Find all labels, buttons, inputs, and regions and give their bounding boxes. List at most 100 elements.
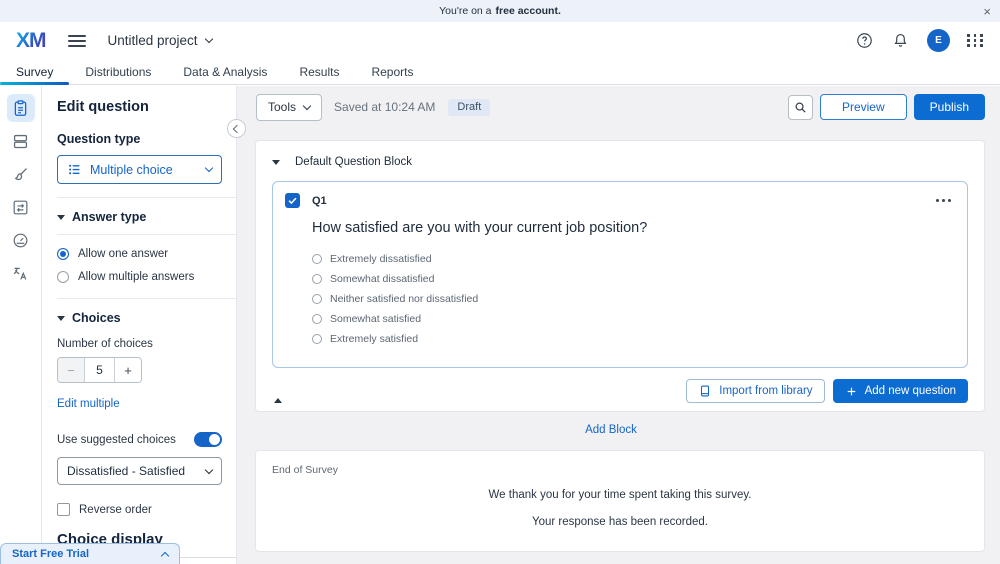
canvas-toolbar: Tools Saved at 10:24 AM Draft Preview Pu… bbox=[256, 92, 985, 122]
increment-button[interactable]: + bbox=[114, 358, 141, 382]
tab-survey[interactable]: Survey bbox=[0, 59, 69, 84]
question-menu-icon[interactable] bbox=[934, 195, 953, 206]
help-icon[interactable] bbox=[855, 31, 874, 50]
edit-multiple-link[interactable]: Edit multiple bbox=[57, 398, 222, 410]
divider bbox=[57, 234, 236, 235]
radio-unselected-icon bbox=[312, 314, 322, 324]
avatar[interactable]: E bbox=[927, 29, 950, 52]
notifications-bell-icon[interactable] bbox=[891, 31, 910, 50]
use-suggested-choices-row: Use suggested choices bbox=[57, 432, 222, 447]
collapse-triangle-icon bbox=[57, 215, 65, 220]
survey-builder-icon[interactable] bbox=[7, 94, 35, 122]
allow-one-answer-label: Allow one answer bbox=[78, 248, 168, 260]
question-header-row: Q1 bbox=[273, 182, 967, 208]
radio-unselected-icon[interactable] bbox=[57, 271, 69, 283]
draft-status-badge: Draft bbox=[448, 99, 490, 116]
survey-options-gauge-icon[interactable] bbox=[7, 226, 35, 254]
block-header[interactable]: Default Question Block bbox=[256, 141, 984, 178]
tab-distributions[interactable]: Distributions bbox=[69, 59, 167, 84]
choices-count-stepper: − 5 + bbox=[57, 357, 142, 383]
library-book-icon bbox=[698, 384, 712, 398]
xm-logo: XM bbox=[16, 29, 46, 53]
allow-multiple-answers-option[interactable]: Allow multiple answers bbox=[57, 271, 222, 283]
collapse-triangle-icon[interactable] bbox=[272, 160, 280, 165]
tab-results[interactable]: Results bbox=[283, 59, 355, 84]
decrement-button[interactable]: − bbox=[58, 358, 85, 382]
reverse-order-label: Reverse order bbox=[79, 504, 152, 516]
question-checkbox-checked[interactable] bbox=[285, 193, 300, 208]
blocks-icon[interactable] bbox=[7, 127, 35, 155]
tools-dropdown-button[interactable]: Tools bbox=[256, 94, 322, 121]
plus-icon bbox=[845, 385, 858, 398]
hamburger-menu-icon[interactable] bbox=[68, 32, 86, 50]
chevron-left-icon bbox=[232, 124, 240, 132]
qualtrics-survey-editor: You're on a free account. × XM Untitled … bbox=[0, 0, 1000, 564]
use-suggested-choices-toggle[interactable] bbox=[194, 432, 222, 447]
add-new-question-label: Add new question bbox=[865, 385, 956, 397]
primary-nav-tabs: Survey Distributions Data & Analysis Res… bbox=[0, 59, 1000, 85]
question-id: Q1 bbox=[312, 195, 327, 207]
choice-row[interactable]: Neither satisfied nor dissatisfied bbox=[312, 289, 967, 309]
question-card-q1[interactable]: Q1 How satisfied are you with your curre… bbox=[272, 181, 968, 368]
reverse-order-option[interactable]: Reverse order bbox=[57, 503, 222, 516]
divider bbox=[57, 298, 236, 299]
tools-label: Tools bbox=[268, 100, 296, 114]
checkbox-unchecked-icon[interactable] bbox=[57, 503, 70, 516]
close-icon[interactable]: × bbox=[983, 0, 991, 22]
question-choices-list: Extremely dissatisfied Somewhat dissatis… bbox=[312, 249, 967, 349]
app-grid-icon[interactable] bbox=[967, 34, 984, 47]
import-from-library-label: Import from library bbox=[719, 385, 812, 397]
project-name-dropdown[interactable]: Untitled project bbox=[108, 33, 212, 48]
search-icon bbox=[793, 100, 808, 115]
choice-label: Extremely satisfied bbox=[330, 333, 418, 345]
collapse-block-button[interactable] bbox=[272, 380, 284, 402]
chevron-up-icon bbox=[161, 551, 169, 559]
chevron-down-icon bbox=[205, 164, 213, 172]
banner-text: You're on a bbox=[439, 5, 491, 17]
choice-row[interactable]: Somewhat satisfied bbox=[312, 309, 967, 329]
multiple-choice-list-icon bbox=[67, 162, 82, 177]
tab-reports[interactable]: Reports bbox=[355, 59, 429, 84]
import-from-library-button[interactable]: Import from library bbox=[686, 379, 824, 403]
choice-row[interactable]: Extremely satisfied bbox=[312, 329, 967, 349]
panel-collapse-button[interactable] bbox=[227, 119, 246, 138]
end-of-survey-message-2: Your response has been recorded. bbox=[256, 516, 984, 528]
search-button[interactable] bbox=[788, 95, 813, 120]
look-and-feel-brush-icon[interactable] bbox=[7, 160, 35, 188]
question-block-card: Default Question Block Q1 How satisfied … bbox=[255, 140, 985, 412]
end-of-survey-card[interactable]: End of Survey We thank you for your time… bbox=[255, 450, 985, 552]
add-new-question-button[interactable]: Add new question bbox=[833, 379, 968, 403]
radio-selected-icon[interactable] bbox=[57, 248, 69, 260]
block-title: Default Question Block bbox=[295, 156, 412, 168]
survey-canvas: Tools Saved at 10:24 AM Draft Preview Pu… bbox=[237, 86, 1000, 564]
choices-label: Choices bbox=[72, 311, 121, 325]
choice-row[interactable]: Somewhat dissatisfied bbox=[312, 269, 967, 289]
publish-button[interactable]: Publish bbox=[914, 94, 985, 120]
start-free-trial-bar[interactable]: Start Free Trial bbox=[0, 543, 180, 564]
banner-text-bold: free account. bbox=[496, 5, 561, 17]
add-block-link[interactable]: Add Block bbox=[237, 424, 985, 436]
radio-unselected-icon bbox=[312, 274, 322, 284]
answer-type-label: Answer type bbox=[72, 210, 146, 224]
app-header: XM Untitled project E bbox=[0, 22, 1000, 59]
preview-button[interactable]: Preview bbox=[820, 94, 907, 120]
saved-status-text: Saved at 10:24 AM bbox=[334, 100, 435, 114]
chevron-down-icon bbox=[303, 101, 311, 109]
answer-type-section-header[interactable]: Answer type bbox=[57, 210, 222, 224]
choices-section-header[interactable]: Choices bbox=[57, 311, 222, 325]
choice-label: Neither satisfied nor dissatisfied bbox=[330, 293, 478, 305]
suggested-choices-dropdown[interactable]: Dissatisfied - Satisfied bbox=[57, 457, 222, 485]
translations-icon[interactable] bbox=[7, 259, 35, 287]
question-type-dropdown[interactable]: Multiple choice bbox=[57, 155, 222, 184]
question-type-label: Question type bbox=[57, 132, 222, 146]
question-text[interactable]: How satisfied are you with your current … bbox=[312, 220, 953, 236]
choice-label: Extremely dissatisfied bbox=[330, 253, 432, 265]
choice-row[interactable]: Extremely dissatisfied bbox=[312, 249, 967, 269]
suggested-choices-value: Dissatisfied - Satisfied bbox=[67, 464, 185, 478]
number-of-choices-label: Number of choices bbox=[57, 338, 222, 350]
builder-icon-rail bbox=[0, 86, 42, 564]
survey-flow-icon[interactable] bbox=[7, 193, 35, 221]
check-icon bbox=[287, 195, 298, 206]
tab-data-analysis[interactable]: Data & Analysis bbox=[167, 59, 283, 84]
allow-one-answer-option[interactable]: Allow one answer bbox=[57, 248, 222, 260]
